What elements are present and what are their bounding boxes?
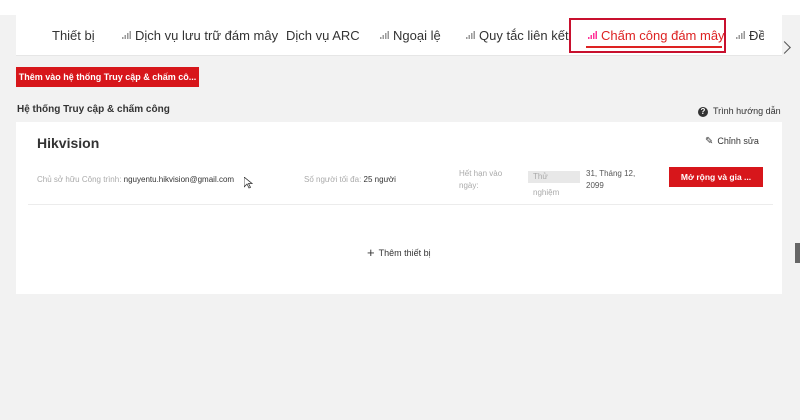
tab-label: Chấm công đám mây bbox=[601, 28, 725, 43]
chevron-right-icon[interactable] bbox=[778, 41, 791, 54]
owner-label: Chủ sở hữu Công trình: bbox=[37, 175, 122, 184]
tab-cloud-storage[interactable]: Dịch vụ lưu trữ đám mây bbox=[122, 15, 278, 55]
tab-exceptions[interactable]: Ngoại lệ bbox=[380, 15, 441, 55]
add-device-label: Thêm thiết bị bbox=[378, 248, 431, 258]
expand-renew-button[interactable]: Mở rộng và gia ... bbox=[669, 167, 763, 187]
edit-button[interactable]: ✎ Chỉnh sửa bbox=[705, 136, 759, 147]
guide-label: Trình hướng dẫn bbox=[713, 106, 781, 116]
tab-more[interactable]: Đề bbox=[736, 15, 764, 55]
people-label: Số người tối đa: bbox=[304, 175, 362, 184]
tab-label: Ngoại lệ bbox=[393, 28, 441, 43]
tab-devices[interactable]: Thiết bị bbox=[52, 15, 95, 55]
add-device-button[interactable]: + Thêm thiết bị bbox=[367, 245, 431, 260]
tab-label: Đề bbox=[749, 28, 764, 43]
edit-label: Chỉnh sửa bbox=[717, 136, 759, 146]
signal-bars-icon bbox=[736, 31, 745, 40]
tab-label: Dịch vụ ARC bbox=[286, 28, 360, 43]
section-title: Hệ thống Truy cập & chấm công bbox=[17, 104, 170, 115]
scrollbar-handle[interactable] bbox=[795, 243, 800, 263]
trial-badge-text: nghiệm bbox=[533, 188, 560, 197]
plus-icon: + bbox=[367, 245, 375, 260]
owner-value: nguyentu.hikvision@gmail.com bbox=[123, 175, 235, 184]
owner-field: Chủ sở hữu Công trình: nguyentu.hikvisio… bbox=[37, 175, 234, 184]
expire-label: Hết hạn vào ngày: bbox=[459, 169, 503, 190]
help-icon: ? bbox=[698, 107, 708, 117]
people-field: Số người tối đa: 25 người bbox=[304, 175, 396, 184]
card-title: Hikvision bbox=[37, 135, 100, 151]
active-tab-underline bbox=[586, 46, 722, 48]
system-card: Hikvision ✎ Chỉnh sửa Chủ sở hữu Công trì… bbox=[16, 122, 782, 294]
tab-linkage-rules[interactable]: Quy tắc liên kết bbox=[466, 15, 569, 55]
tab-bar: Thiết bị Dịch vụ lưu trữ đám mây Dịch vụ… bbox=[16, 15, 791, 56]
divider bbox=[28, 204, 773, 205]
signal-bars-icon bbox=[466, 31, 475, 40]
tab-label: Dịch vụ lưu trữ đám mây bbox=[135, 28, 279, 43]
top-bar bbox=[0, 0, 800, 15]
tab-label: Thiết bị bbox=[52, 28, 95, 43]
pencil-icon: ✎ bbox=[705, 136, 714, 147]
signal-bars-icon bbox=[588, 31, 597, 40]
signal-bars-icon bbox=[380, 31, 389, 40]
add-to-system-button[interactable]: Thêm vào hệ thống Truy cập & chấm cô... bbox=[16, 67, 199, 87]
tab-arc-service[interactable]: Dịch vụ ARC bbox=[286, 15, 360, 55]
mouse-cursor-icon bbox=[244, 177, 253, 189]
guide-link[interactable]: ? Trình hướng dẫn bbox=[698, 106, 781, 117]
trial-badge: Thử bbox=[528, 171, 580, 183]
tab-cloud-attendance[interactable]: Chấm công đám mây bbox=[588, 15, 725, 55]
people-value: 25 người bbox=[363, 175, 396, 184]
signal-bars-icon bbox=[122, 31, 131, 40]
tab-label: Quy tắc liên kết bbox=[479, 28, 569, 43]
expire-date: 31, Tháng 12, 2099 bbox=[586, 169, 636, 190]
